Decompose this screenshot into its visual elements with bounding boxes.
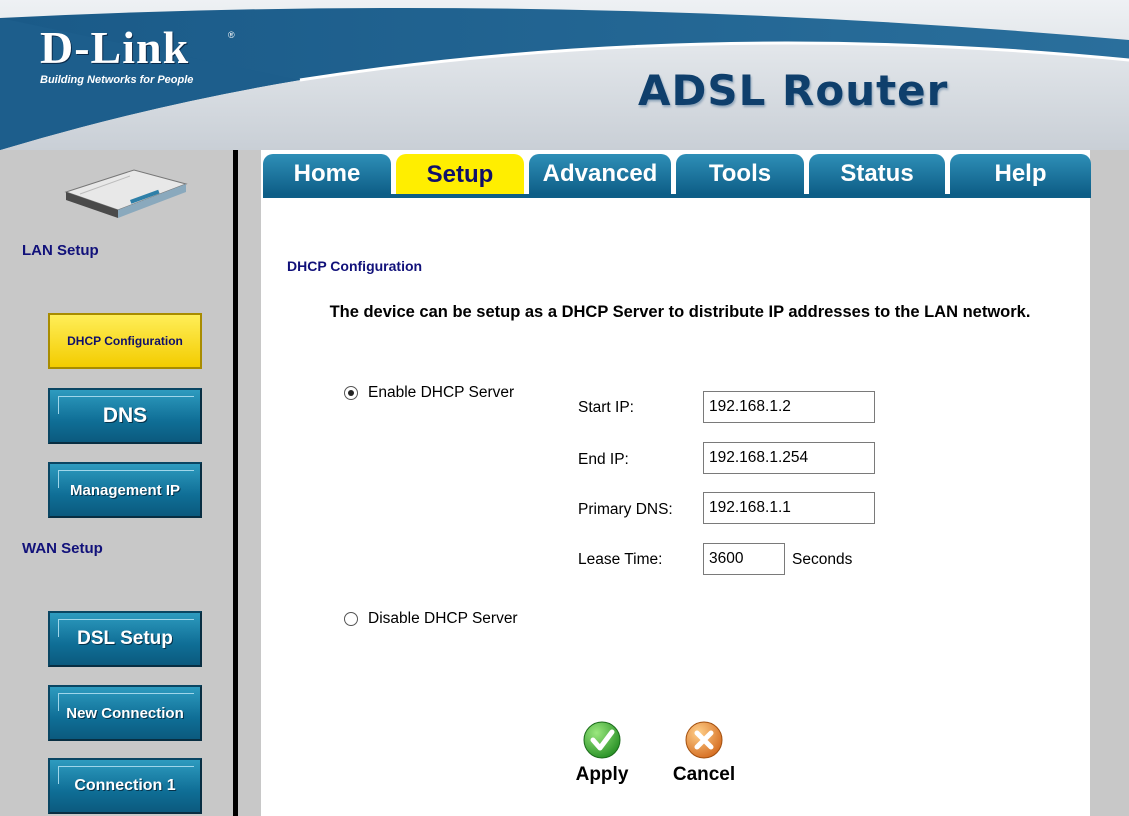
tab-setup[interactable]: Setup (396, 154, 524, 196)
checkmark-icon (583, 721, 621, 759)
radio-selected-dot (348, 390, 354, 396)
disable-dhcp-option[interactable]: Disable DHCP Server (344, 610, 518, 628)
enable-dhcp-option[interactable]: Enable DHCP Server (344, 384, 514, 402)
wan-setup-heading: WAN Setup (22, 540, 103, 557)
enable-dhcp-radio[interactable] (344, 386, 358, 400)
tab-help[interactable]: Help (950, 154, 1091, 194)
primary-dns-label: Primary DNS: (578, 501, 673, 518)
start-ip-label: Start IP: (578, 399, 634, 416)
tab-home[interactable]: Home (263, 154, 391, 194)
tab-label: Setup (426, 161, 494, 188)
router-icon (64, 169, 188, 218)
apply-button[interactable]: Apply (568, 720, 636, 786)
logo-wordmark: D-Link (40, 22, 190, 73)
tab-advanced[interactable]: Advanced (529, 154, 671, 194)
enable-dhcp-label: Enable DHCP Server (368, 384, 515, 401)
disable-dhcp-label: Disable DHCP Server (368, 610, 518, 627)
start-ip-input[interactable] (703, 391, 875, 423)
sidebar-item-new-connection[interactable]: New Connection (48, 685, 202, 741)
page-title: DHCP Configuration (287, 258, 423, 274)
dhcp-description: The device can be setup as a DHCP Server… (329, 303, 1031, 321)
sidebar-item-label: Connection 1 (74, 777, 176, 794)
tab-label: Tools (708, 160, 772, 187)
lease-time-label: Lease Time: (578, 551, 663, 568)
registered-mark: ® (228, 30, 235, 40)
tab-label: Advanced (542, 160, 658, 187)
end-ip-input[interactable] (703, 442, 875, 474)
dlink-logo: D-Link ® Building Networks for People (40, 22, 250, 102)
tab-label: Home (293, 160, 361, 187)
primary-dns-input[interactable] (703, 492, 875, 524)
tab-tools[interactable]: Tools (676, 154, 804, 194)
x-icon (685, 721, 723, 759)
apply-label: Apply (575, 764, 629, 785)
left-gutter (238, 150, 261, 816)
sidebar-item-label: Management IP (69, 481, 181, 499)
end-ip-label: End IP: (578, 451, 629, 468)
sidebar-item-dsl-setup[interactable]: DSL Setup (48, 611, 202, 667)
disable-dhcp-radio[interactable] (344, 612, 358, 626)
sidebar-item-dhcp-configuration[interactable]: DHCP Configuration (48, 313, 202, 369)
tab-label: Help (994, 160, 1047, 187)
lan-setup-heading: LAN Setup (22, 242, 99, 259)
sidebar-item-dns[interactable]: DNS (48, 388, 202, 444)
sidebar-item-management-ip[interactable]: Management IP (48, 462, 202, 518)
right-gutter (1090, 150, 1129, 816)
sidebar-item-connection-1[interactable]: Connection 1 (48, 758, 202, 814)
sidebar-item-label: DNS (102, 404, 148, 427)
logo-tagline: Building Networks for People (40, 74, 194, 86)
main-tabs: Home Setup Advanced Tools Status Help (263, 154, 1091, 198)
sidebar-item-label: DHCP Configuration (67, 334, 183, 348)
tab-label: Status (840, 160, 914, 187)
tab-status[interactable]: Status (809, 154, 945, 194)
cancel-button[interactable]: Cancel (668, 720, 740, 786)
lease-time-unit: Seconds (792, 551, 853, 568)
cancel-label: Cancel (672, 764, 736, 785)
product-title: ADSL Router (638, 66, 949, 115)
sidebar-item-label: DSL Setup (77, 628, 173, 649)
lease-time-input[interactable] (703, 543, 785, 575)
sidebar-item-label: New Connection (66, 704, 184, 722)
